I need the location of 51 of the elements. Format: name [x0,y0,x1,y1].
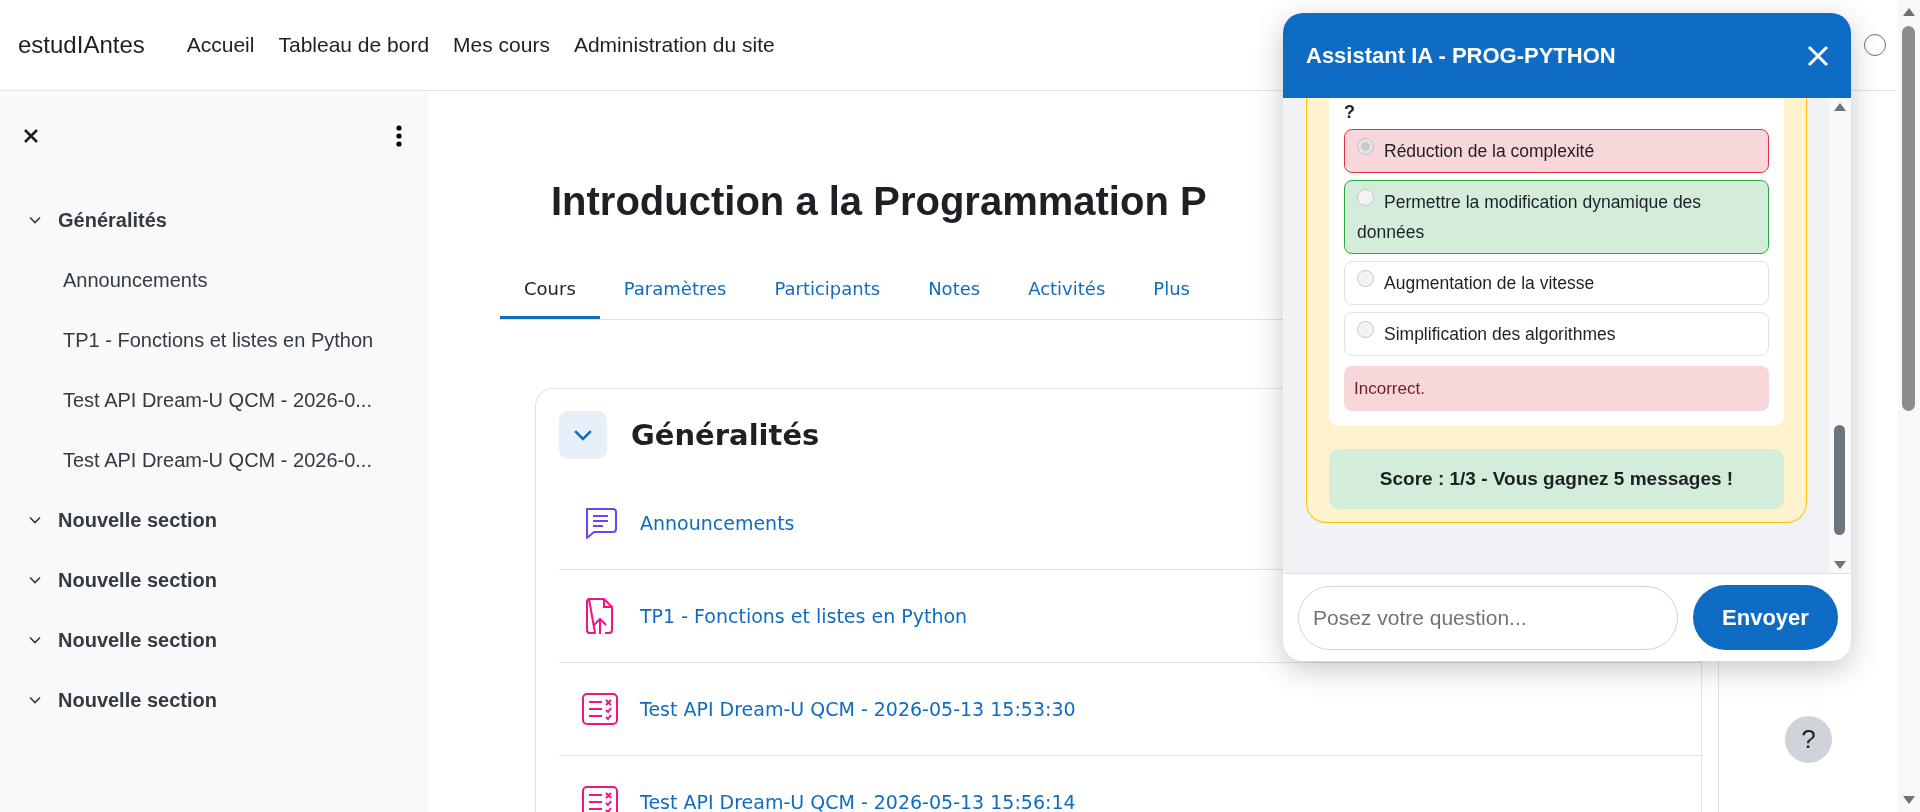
answer-option[interactable]: Augmentation de la vitesse [1344,261,1769,305]
radio-button[interactable] [1357,189,1374,206]
sidebar-section-title[interactable]: Nouvelle section [58,508,217,532]
scroll-down-icon[interactable] [1834,561,1846,569]
sidebar-section-title[interactable]: Nouvelle section [58,628,217,652]
course-title: Introduction a la Programmation P [551,178,1207,225]
scroll-up-icon[interactable] [1903,8,1915,16]
radio-button[interactable] [1357,138,1374,155]
send-button[interactable]: Envoyer [1693,585,1838,650]
radio-button[interactable] [1357,270,1374,287]
course-tab[interactable]: Cours [500,262,600,319]
course-tab[interactable]: Participants [750,262,905,319]
question-text: ? [1344,101,1356,124]
scrollbar-thumb[interactable] [1902,26,1915,411]
activity-link[interactable]: TP1 - Fonctions et listes en Python [640,605,968,627]
course-tab[interactable]: Notes [904,262,1005,319]
close-icon[interactable] [22,127,40,145]
sidebar-item[interactable]: Test API Dream-U QCM - 2026-0... [0,430,428,490]
feedback-message: Incorrect. [1344,366,1769,411]
section-title: Généralités [631,418,820,452]
radio-button[interactable] [1357,321,1374,338]
activity-link[interactable]: Announcements [640,512,795,534]
checklist-icon [582,786,618,812]
help-button[interactable]: ? [1785,716,1832,763]
nav-link[interactable]: Accueil [186,33,255,57]
answer-option[interactable]: Réduction de la complexité [1344,129,1769,173]
answer-option[interactable]: Simplification des algorithmes [1344,312,1769,356]
scroll-up-icon[interactable] [1834,103,1846,111]
sidebar-section-title[interactable]: Nouvelle section [58,688,217,712]
scrollbar-thumb[interactable] [1834,425,1845,535]
site-brand[interactable]: estudIAntes [18,31,145,59]
sidebar-item[interactable]: Announcements [0,250,428,310]
course-tab[interactable]: Plus [1129,262,1214,319]
scroll-down-icon[interactable] [1903,796,1915,804]
answer-option[interactable]: Permettre la modification dynamique des données [1344,180,1769,254]
sidebar-item[interactable]: TP1 - Fonctions et listes en Python [0,310,428,370]
chat-title: Assistant IA - PROG-PYTHON [1306,42,1616,69]
nav-link[interactable]: Tableau de bord [278,33,430,57]
question-input[interactable]: Posez votre question... [1298,585,1678,650]
course-tab[interactable]: Paramètres [599,262,751,319]
more-options-icon[interactable] [396,125,402,147]
checklist-icon [582,693,618,725]
nav-link[interactable]: Administration du site [573,33,775,57]
sidebar-item[interactable]: Test API Dream-U QCM - 2026-0... [0,370,428,430]
nav-link[interactable]: Mes cours [453,33,550,57]
activity-link[interactable]: Test API Dream-U QCM - 2026-05-13 15:53:30 [640,698,1076,720]
score-message: Score : 1/3 - Vous gagnez 5 messages ! [1329,449,1784,509]
course-tab[interactable]: Activités [1004,262,1130,319]
sidebar-section-title[interactable]: Généralités [58,208,167,232]
sidebar-section-title[interactable]: Nouvelle section [58,568,217,592]
activity-link[interactable]: Test API Dream-U QCM - 2026-05-13 15:56:14 [640,791,1076,812]
